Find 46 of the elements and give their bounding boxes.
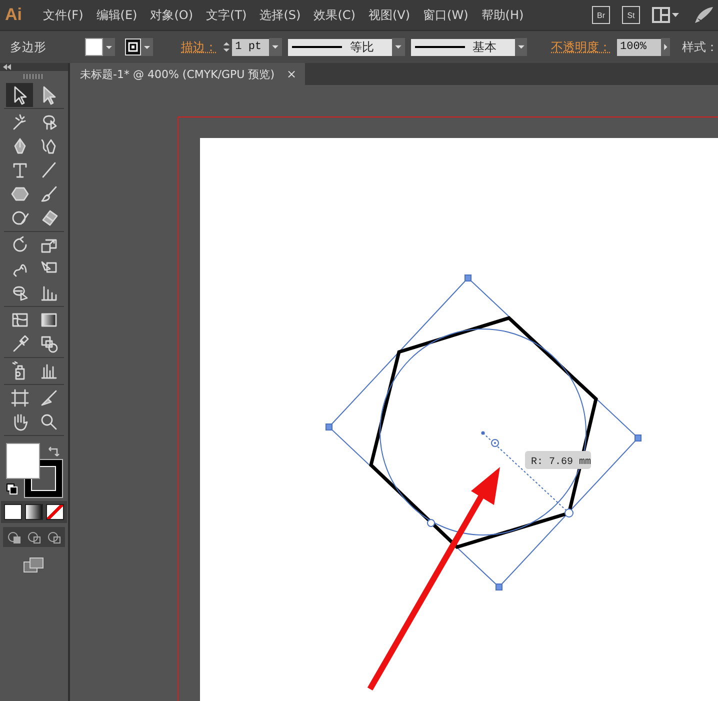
app-logo: Ai [5,5,23,25]
menu-item[interactable]: 视图(V) [368,6,410,24]
menu-item[interactable]: 窗口(W) [423,6,468,24]
draw-mode-icon[interactable] [26,530,42,544]
style-label: 样式： [682,38,718,56]
zoom-icon [38,412,58,432]
slice-knife-icon [38,388,58,408]
anchor-point[interactable] [564,508,574,518]
arrow-pointer-tool[interactable] [6,83,33,107]
menu-item[interactable]: 帮助(H) [481,6,524,24]
menu-item[interactable]: 对象(O) [150,6,194,24]
opacity-label[interactable]: 不透明度： [551,38,612,56]
opacity-field[interactable]: 100% [617,38,661,56]
screen-mode-icon[interactable] [23,557,45,573]
variable-width-dropdown[interactable]: 等比 [288,38,392,56]
app-launch-button[interactable]: Br [592,6,610,24]
grip-icon[interactable] [23,74,45,79]
artboard-icon [10,388,30,408]
draw-mode-icon[interactable] [6,530,22,544]
menu-item[interactable]: 效果(C) [314,6,356,24]
object-type-label: 多边形 [10,38,47,56]
workspace-layout-icon[interactable] [652,7,680,23]
brush-dropdown[interactable]: 基本 [410,38,514,56]
stroke-weight-field[interactable]: 1 pt [232,38,270,56]
app-launch-button[interactable]: St [622,6,640,24]
anchor-point[interactable] [427,519,435,527]
fill-color-swatch[interactable] [6,443,40,479]
fill-swatch[interactable] [85,38,104,56]
close-tab-button[interactable]: × [286,67,297,81]
default-colors-icon[interactable] [6,483,18,495]
no-fill-button[interactable] [46,504,64,520]
brush-icon [38,184,58,204]
menu-item[interactable]: 编辑(E) [96,6,138,24]
menu-item[interactable]: 文件(F) [43,6,84,24]
blend-icon [38,334,58,354]
document-tab[interactable]: 未标题-1* @ 400% (CMYK/GPU 预览) × [70,63,305,85]
stroke-label[interactable]: 描边： [181,38,218,56]
menu-item[interactable]: 选择(S) [260,6,301,24]
radius-tooltip: R: 7.69 mm [525,451,592,469]
menu-item[interactable]: 文字(T) [206,6,247,24]
swap-arrows-icon[interactable] [48,445,60,457]
draw-mode-icon[interactable] [46,530,62,544]
gradient-button[interactable] [25,504,43,520]
color-button[interactable] [4,504,22,520]
hexagon-shape[interactable] [369,316,598,549]
stroke-swatch[interactable] [125,38,142,56]
